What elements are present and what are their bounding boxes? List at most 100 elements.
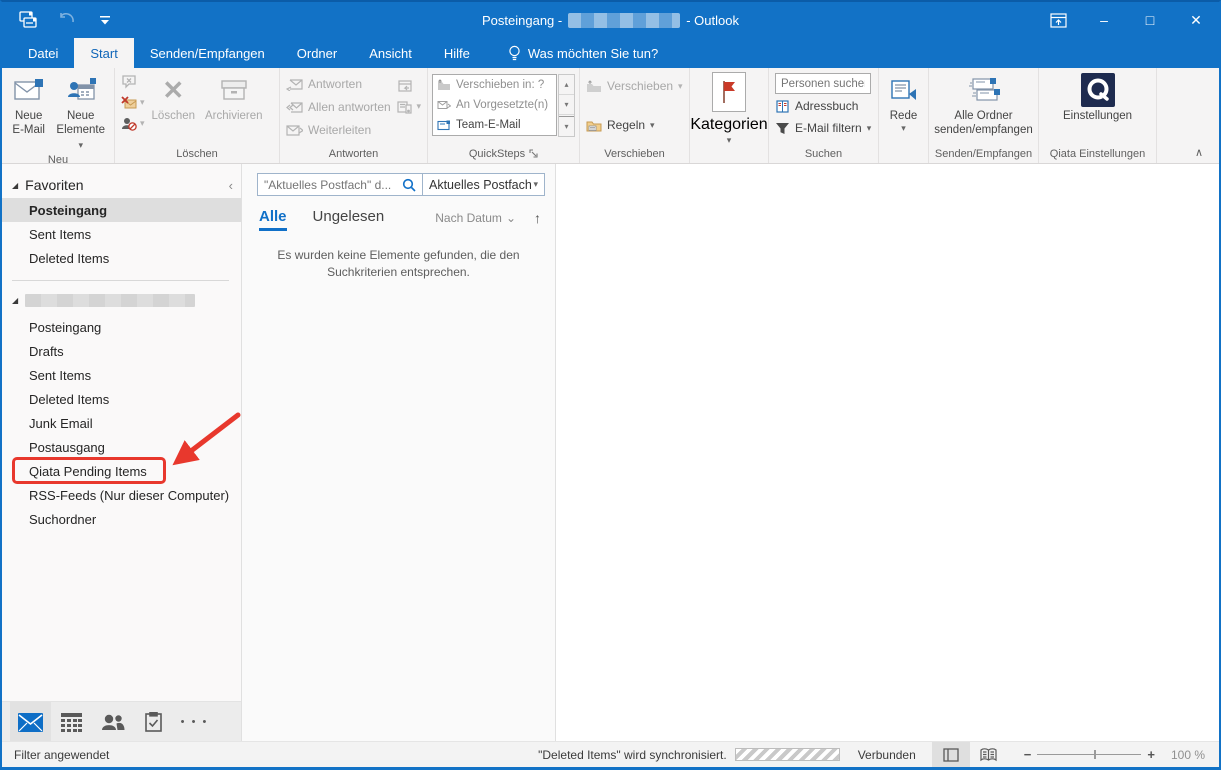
collapse-ribbon-button[interactable]: ∧ — [1195, 146, 1203, 159]
favorite-sent-items[interactable]: Sent Items — [2, 222, 241, 246]
normal-view-button[interactable] — [932, 742, 970, 768]
people-icon — [101, 714, 125, 731]
dropdown-icon: ▾ — [140, 118, 145, 129]
folder-drafts[interactable]: Drafts — [2, 339, 241, 363]
connection-status: Verbunden — [858, 748, 916, 762]
scroll-up-button[interactable]: ▴ — [559, 75, 574, 95]
tab-start[interactable]: Start — [74, 38, 133, 68]
ribbon: Neue E-Mail Neue Elemente ▾ — [2, 68, 1219, 164]
reply-all-button[interactable]: Allen antworten — [286, 98, 393, 116]
folder-rss-feeds[interactable]: RSS-Feeds (Nur dieser Computer) — [2, 483, 241, 507]
favorite-posteingang[interactable]: Posteingang — [2, 198, 241, 222]
nav-mail-button[interactable] — [10, 702, 51, 742]
folder-qiata-pending-items[interactable]: Qiata Pending Items — [2, 459, 241, 483]
address-book-icon — [775, 100, 790, 113]
tab-hilfe[interactable]: Hilfe — [428, 38, 486, 68]
tab-ansicht[interactable]: Ansicht — [353, 38, 428, 68]
group-suchen: Adressbuch E-Mail filtern ▾ Suchen — [769, 68, 879, 163]
search-input[interactable] — [264, 178, 402, 192]
delete-button[interactable]: ✕ Löschen — [147, 71, 200, 125]
folder-sent-items[interactable]: Sent Items — [2, 363, 241, 387]
folder-posteingang[interactable]: Posteingang — [2, 315, 241, 339]
envelope-icon — [437, 120, 451, 131]
reading-view-button[interactable] — [970, 742, 1008, 768]
zoom-level[interactable]: 100 % — [1161, 748, 1219, 762]
categorize-button[interactable] — [712, 72, 746, 112]
read-aloud-button[interactable]: Rede ▾ — [885, 71, 923, 136]
instant-message-button[interactable]: ▾ — [397, 98, 421, 115]
favorites-header[interactable]: ◢ Favoriten ‹ — [2, 172, 241, 198]
zoom-in-button[interactable]: + — [1141, 747, 1161, 762]
tab-ordner[interactable]: Ordner — [281, 38, 353, 68]
sync-status: "Deleted Items" wird synchronisiert. — [538, 748, 727, 762]
group-kategorien: Kategorien ▾ — [690, 68, 769, 163]
quickstep-move-to[interactable]: Verschieben in: ? — [433, 75, 556, 95]
folder-postausgang[interactable]: Postausgang — [2, 435, 241, 459]
nav-calendar-button[interactable] — [51, 702, 92, 742]
account-header[interactable]: ◢ — [2, 289, 241, 311]
folder-suchordner[interactable]: Suchordner — [2, 507, 241, 531]
nav-tasks-button[interactable] — [133, 702, 174, 742]
send-receive-status-icon[interactable] — [18, 9, 40, 31]
reply-button[interactable]: Antworten — [286, 75, 393, 93]
meeting-button[interactable] — [397, 77, 421, 94]
tab-ungelesen[interactable]: Ungelesen — [313, 208, 385, 231]
folder-junk-email[interactable]: Junk Email — [2, 411, 241, 435]
undo-icon[interactable] — [56, 9, 78, 31]
archive-button[interactable]: Archivieren — [200, 71, 268, 125]
ignore-button[interactable] — [121, 73, 145, 90]
group-label-senden-empfangen: Senden/Empfangen — [933, 146, 1034, 163]
filter-email-button[interactable]: E-Mail filtern ▾ — [775, 119, 872, 137]
new-email-button[interactable]: Neue E-Mail — [6, 71, 51, 140]
block-sender-button[interactable]: ▾ — [121, 115, 145, 132]
search-icon[interactable] — [402, 178, 416, 192]
sort-dropdown[interactable]: Nach Datum ⌄ ↑ — [435, 210, 541, 230]
nav-people-button[interactable] — [92, 702, 133, 742]
address-book-button[interactable]: Adressbuch — [775, 97, 872, 115]
send-receive-all-button[interactable]: Alle Ordner senden/empfangen — [929, 71, 1037, 140]
group-label-antworten: Antworten — [284, 146, 423, 163]
tab-datei[interactable]: Datei — [12, 38, 74, 68]
search-people-input[interactable] — [775, 73, 871, 94]
quickstep-to-manager[interactable]: An Vorgesetzte(n) — [433, 95, 556, 115]
folder-deleted-items[interactable]: Deleted Items — [2, 387, 241, 411]
customize-qat-icon[interactable] — [94, 9, 116, 31]
layout-view-icon — [943, 748, 959, 762]
rules-button[interactable]: Regeln ▾ — [586, 116, 683, 134]
maximize-button[interactable]: □ — [1127, 2, 1173, 38]
pane-divider — [12, 280, 229, 281]
zoom-out-button[interactable]: − — [1018, 747, 1038, 762]
new-items-button[interactable]: Neue Elemente ▾ — [51, 71, 110, 154]
forward-button[interactable]: Weiterleiten — [286, 121, 393, 139]
ribbon-display-options-button[interactable] — [1035, 2, 1081, 38]
tab-alle[interactable]: Alle — [259, 208, 287, 231]
gallery-more-button[interactable]: ▾ — [559, 116, 574, 136]
group-antworten: Antworten Allen antworten Weiterleiten — [280, 68, 428, 163]
search-box[interactable] — [257, 173, 423, 196]
nav-more-button[interactable]: • • • — [174, 702, 215, 742]
status-bar: Filter angewendet "Deleted Items" wird s… — [2, 741, 1219, 767]
reply-icon — [286, 78, 303, 91]
zoom-slider-knob[interactable] — [1094, 750, 1096, 759]
move-button[interactable]: Verschieben ▾ — [586, 77, 683, 95]
close-button[interactable]: ✕ — [1173, 2, 1219, 38]
search-scope-dropdown[interactable]: Aktuelles Postfach ▾ — [423, 173, 545, 196]
dialog-launcher-icon[interactable] — [529, 149, 538, 158]
quickstep-team-email[interactable]: Team-E-Mail — [433, 115, 556, 135]
tell-me-box[interactable]: Was möchten Sie tun? — [494, 38, 672, 68]
title-bar: Posteingang - - Outlook – □ ✕ — [2, 2, 1219, 38]
minimize-button[interactable]: – — [1081, 2, 1127, 38]
scroll-down-button[interactable]: ▾ — [559, 95, 574, 115]
qiata-settings-button[interactable]: Einstellungen — [1058, 71, 1137, 125]
favorite-deleted-items[interactable]: Deleted Items — [2, 246, 241, 270]
envelope-forward-icon — [437, 100, 451, 111]
minimize-folder-pane-icon[interactable]: ‹ — [229, 178, 233, 193]
sort-direction-icon[interactable]: ↑ — [534, 210, 541, 226]
expand-triangle-icon: ◢ — [12, 296, 18, 305]
zoom-control: − + — [1018, 747, 1161, 762]
group-label-loeschen: Löschen — [119, 146, 275, 163]
dropdown-icon: ▾ — [901, 123, 906, 134]
tab-senden-empfangen[interactable]: Senden/Empfangen — [134, 38, 281, 68]
zoom-slider[interactable] — [1037, 754, 1141, 755]
junk-email-button[interactable]: ▾ — [121, 94, 145, 111]
